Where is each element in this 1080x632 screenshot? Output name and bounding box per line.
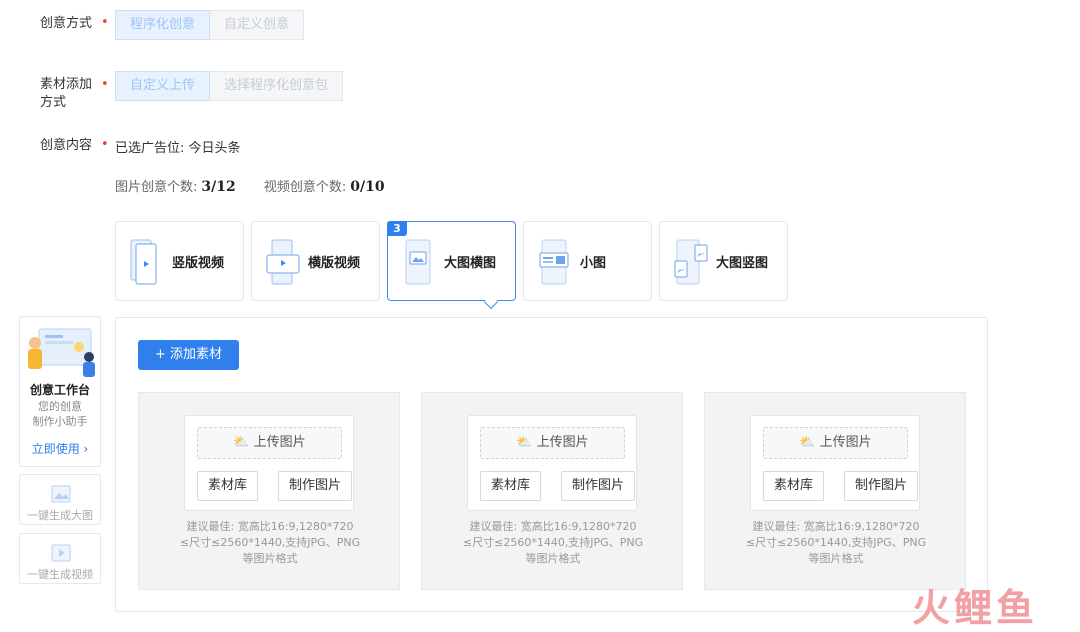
make-image-button[interactable]: 制作图片	[278, 471, 353, 501]
workbench-illustration-icon	[28, 328, 95, 377]
upload-image-button[interactable]: ⛅ 上传图片	[480, 427, 625, 459]
cloud-upload-icon: ⛅	[799, 435, 820, 450]
required-mark: •	[101, 15, 109, 30]
large-vertical-image-icon	[674, 239, 708, 285]
type-card-horizontal-video[interactable]: 横版视频	[251, 221, 380, 301]
generate-large-image-button[interactable]: 一键生成大图	[19, 474, 101, 525]
vertical-video-icon	[130, 239, 162, 285]
upload-box: ⛅ 上传图片 素材库 制作图片	[184, 415, 354, 511]
creative-workbench-card[interactable]: 创意工作台 您的创意 制作小助手 立即使用 ›	[19, 316, 101, 467]
material-library-button[interactable]: 素材库	[763, 471, 825, 501]
creative-mode-label: 创意方式	[40, 16, 93, 31]
small-image-icon	[538, 239, 570, 285]
watermark-logo: 火鲤鱼	[912, 586, 1039, 630]
option-programmatic-package[interactable]: 选择程序化创意包	[210, 71, 344, 101]
selected-placement: 已选广告位: 今日头条	[115, 141, 241, 156]
creative-mode-selector: 程序化创意 自定义创意	[115, 10, 305, 40]
material-library-button[interactable]: 素材库	[480, 471, 542, 501]
make-image-button[interactable]: 制作图片	[561, 471, 636, 501]
size-hint: 建议最佳: 宽高比16:9,1280*720 ≤尺寸≤2560*1440,支持J…	[179, 520, 361, 565]
option-custom-upload[interactable]: 自定义上传	[115, 71, 211, 101]
workbench-title: 创意工作台	[29, 383, 90, 397]
video-count: 0/10	[350, 179, 385, 195]
upload-box: ⛅ 上传图片 素材库 制作图片	[467, 415, 637, 511]
size-hint: 建议最佳: 宽高比16:9,1280*720 ≤尺寸≤2560*1440,支持J…	[745, 520, 927, 565]
cloud-upload-icon: ⛅	[233, 435, 254, 450]
cloud-upload-icon: ⛅	[516, 435, 537, 450]
large-horizontal-image-icon	[402, 239, 434, 285]
material-add-selector: 自定义上传 选择程序化创意包	[115, 71, 344, 101]
add-material-button[interactable]: + 添加素材	[138, 340, 239, 370]
material-library-button[interactable]: 素材库	[197, 471, 259, 501]
upload-image-button[interactable]: ⛅ 上传图片	[197, 427, 342, 459]
image-slot: ⛅ 上传图片 素材库 制作图片 建议最佳: 宽高比16:9,1280*720 ≤…	[704, 392, 966, 590]
required-mark: •	[101, 77, 109, 92]
horizontal-video-icon	[266, 239, 300, 285]
type-card-small-image[interactable]: 小图	[523, 221, 652, 301]
make-image-button[interactable]: 制作图片	[844, 471, 919, 501]
upload-box: ⛅ 上传图片 素材库 制作图片	[750, 415, 920, 511]
image-slot: ⛅ 上传图片 素材库 制作图片 建议最佳: 宽高比16:9,1280*720 ≤…	[138, 392, 400, 590]
generate-video-button[interactable]: 一键生成视频	[19, 533, 101, 584]
creative-counts: 图片创意个数: 3/12 视频创意个数: 0/10	[115, 179, 385, 195]
creative-content-label: 创意内容	[40, 138, 93, 153]
upload-image-button[interactable]: ⛅ 上传图片	[763, 427, 908, 459]
type-card-large-horizontal-image[interactable]: 3 大图横图	[387, 221, 516, 301]
option-custom-creative[interactable]: 自定义创意	[210, 10, 305, 40]
type-card-large-vertical-image[interactable]: 大图竖图	[659, 221, 788, 301]
required-mark: •	[101, 137, 109, 152]
image-slot: ⛅ 上传图片 素材库 制作图片 建议最佳: 宽高比16:9,1280*720 ≤…	[421, 392, 683, 590]
image-icon	[51, 485, 71, 503]
image-count: 3/12	[201, 179, 236, 195]
size-hint: 建议最佳: 宽高比16:9,1280*720 ≤尺寸≤2560*1440,支持J…	[462, 520, 644, 565]
material-add-label: 素材添加 方式	[40, 77, 93, 110]
type-card-vertical-video[interactable]: 竖版视频	[115, 221, 244, 301]
video-icon	[51, 544, 71, 562]
use-now-link[interactable]: 立即使用 ›	[20, 440, 100, 457]
option-programmatic-creative[interactable]: 程序化创意	[115, 10, 211, 40]
workbench-desc: 您的创意 制作小助手	[32, 400, 88, 428]
selected-count-badge: 3	[387, 221, 407, 236]
